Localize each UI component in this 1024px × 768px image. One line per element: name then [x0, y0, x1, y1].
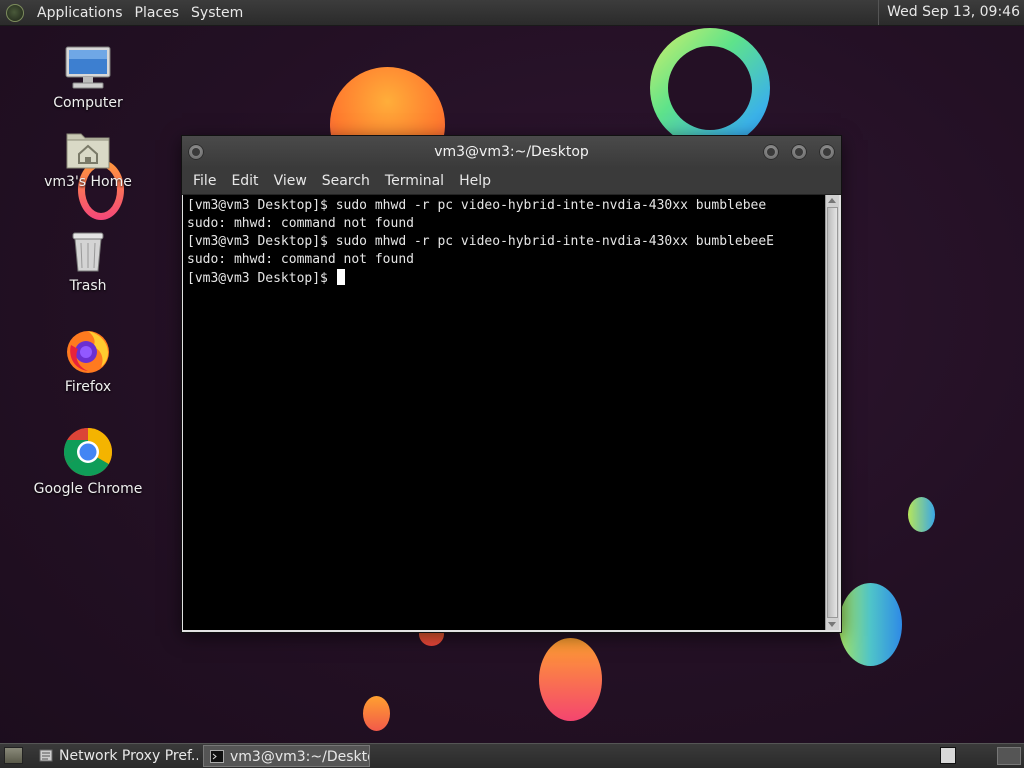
terminal-line: [vm3@vm3 Desktop]$ sudo mhwd -r pc video…	[187, 234, 774, 249]
maximize-button[interactable]	[791, 144, 807, 160]
places-menu[interactable]: Places	[129, 5, 186, 21]
bottom-panel: Network Proxy Pref... vm3@vm3:~/Desktop	[0, 743, 1024, 768]
menu-view[interactable]: View	[267, 173, 315, 189]
firefox-icon	[67, 331, 109, 373]
home-folder-icon	[66, 133, 110, 169]
desktop-icon-label: Trash	[69, 278, 107, 294]
wallpaper-green-ring	[650, 28, 770, 148]
menu-help[interactable]: Help	[452, 173, 499, 189]
wallpaper-large-green-blob	[839, 583, 902, 666]
system-menu[interactable]: System	[185, 5, 249, 21]
computer-icon	[65, 46, 111, 89]
terminal-line: sudo: mhwd: command not found	[187, 252, 414, 267]
wallpaper-orange-blob	[539, 638, 602, 721]
terminal-output[interactable]: [vm3@vm3 Desktop]$ sudo mhwd -r pc video…	[183, 195, 825, 630]
desktop-icon-trash[interactable]: Trash	[33, 228, 143, 294]
text-cursor	[336, 269, 345, 285]
taskbar-item-terminal[interactable]: vm3@vm3:~/Desktop	[203, 745, 370, 767]
wallpaper-small-orange-blob	[363, 696, 390, 731]
window-title: vm3@vm3:~/Desktop	[434, 144, 589, 160]
clock[interactable]: Wed Sep 13, 09:46	[878, 0, 1020, 25]
taskbar-item-network-proxy[interactable]: Network Proxy Pref...	[33, 745, 198, 767]
window-menu-button[interactable]	[188, 144, 204, 160]
desktop-icon-computer[interactable]: Computer	[33, 45, 143, 111]
chrome-icon	[63, 428, 113, 477]
menu-edit[interactable]: Edit	[224, 173, 266, 189]
desktop-icon-home[interactable]: vm3's Home	[33, 128, 143, 190]
applications-menu[interactable]: Applications	[31, 5, 129, 21]
show-desktop-icon[interactable]	[4, 747, 23, 764]
top-panel: Applications Places System Wed Sep 13, 0…	[0, 0, 1024, 26]
trash-icon	[72, 232, 104, 272]
taskbar-item-label: vm3@vm3:~/Desktop	[230, 749, 370, 765]
network-proxy-icon	[39, 749, 53, 762]
wallpaper-small-green-blob	[908, 497, 935, 532]
terminal-icon	[210, 750, 224, 763]
terminal-menubar: File Edit View Search Terminal Help	[182, 168, 841, 195]
terminal-scrollbar[interactable]	[825, 195, 839, 630]
menu-search[interactable]: Search	[315, 173, 378, 189]
scrollbar-thumb[interactable]	[827, 207, 838, 618]
applications-logo-icon[interactable]	[6, 3, 24, 22]
terminal-window[interactable]: vm3@vm3:~/Desktop File Edit View Search …	[182, 136, 841, 632]
menu-terminal[interactable]: Terminal	[378, 173, 452, 189]
close-button[interactable]	[819, 144, 835, 160]
scroll-up-arrow-icon[interactable]	[828, 198, 836, 203]
terminal-prompt-line: [vm3@vm3 Desktop]$	[187, 269, 825, 288]
desktop-icon-label: Firefox	[64, 379, 112, 395]
desktop-icon-label: Google Chrome	[33, 481, 143, 497]
desktop-icon-firefox[interactable]: Firefox	[33, 325, 143, 395]
terminal-line: [vm3@vm3 Desktop]$ sudo mhwd -r pc video…	[187, 198, 767, 213]
window-title-bar[interactable]: vm3@vm3:~/Desktop	[182, 136, 841, 168]
menu-file[interactable]: File	[186, 173, 224, 189]
workspace-switcher-2[interactable]	[997, 747, 1021, 765]
taskbar-item-label: Network Proxy Pref...	[59, 748, 198, 764]
terminal-line: sudo: mhwd: command not found	[187, 216, 414, 231]
workspace-switcher-1[interactable]	[940, 747, 956, 764]
desktop: Applications Places System Wed Sep 13, 0…	[0, 0, 1024, 768]
minimize-button[interactable]	[763, 144, 779, 160]
desktop-icon-chrome[interactable]: Google Chrome	[33, 427, 143, 497]
desktop-icon-label: Computer	[53, 95, 123, 111]
terminal-prompt: [vm3@vm3 Desktop]$	[187, 271, 336, 286]
desktop-icon-label: vm3's Home	[44, 174, 132, 190]
scroll-down-arrow-icon[interactable]	[828, 622, 836, 627]
